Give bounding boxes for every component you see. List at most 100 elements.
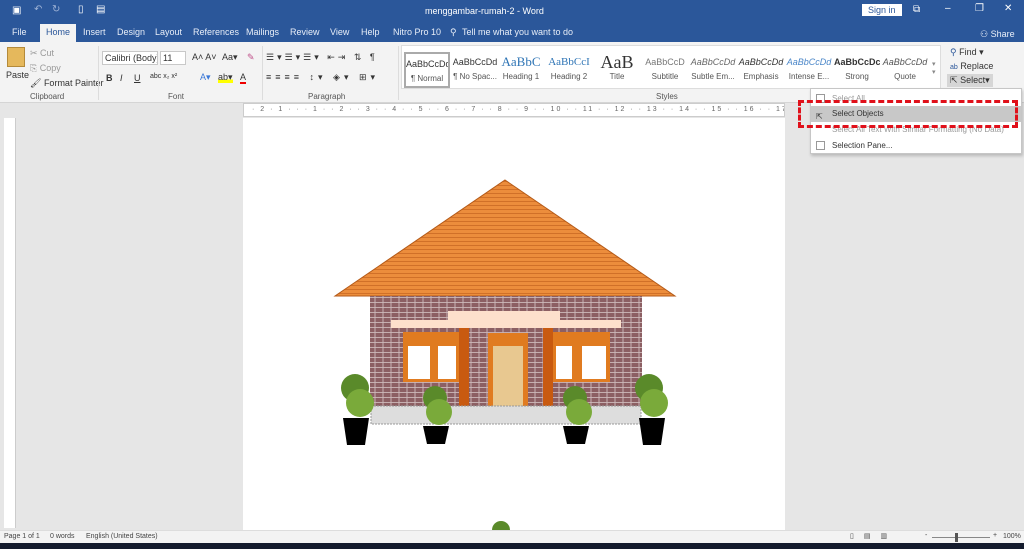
restore-icon[interactable]: ❐ bbox=[975, 3, 984, 14]
change-case-icon[interactable]: Aa▾ bbox=[222, 52, 238, 63]
style-name: Quote bbox=[894, 72, 916, 81]
share-button[interactable]: ⚇ Share bbox=[980, 29, 1015, 40]
tab-view[interactable]: View bbox=[330, 27, 349, 37]
tab-file[interactable]: File bbox=[12, 27, 27, 37]
view-buttons[interactable]: ▯▤▥ bbox=[850, 532, 897, 540]
styles-group-label: Styles bbox=[656, 92, 678, 101]
style-subtitle[interactable]: AaBbCcD Subtitle bbox=[642, 52, 688, 88]
format-painter-button[interactable]: 🖌 Format Painter bbox=[30, 78, 103, 89]
selection-pane-icon bbox=[816, 141, 825, 150]
paste-button[interactable]: Paste bbox=[6, 70, 29, 80]
strikethrough-icon[interactable]: abc x₂ x² bbox=[150, 73, 177, 80]
select-button[interactable]: ⇱ Select▾ bbox=[947, 74, 993, 87]
find-button[interactable]: ⚲ Find ▾ bbox=[950, 47, 984, 58]
cursor-icon: ⇱ bbox=[950, 75, 958, 85]
minimize-icon[interactable]: – bbox=[945, 3, 951, 14]
replace-button[interactable]: ab Replace bbox=[950, 61, 993, 71]
copy-label: Copy bbox=[39, 63, 61, 73]
bold-button[interactable]: B bbox=[106, 73, 113, 83]
paragraph-group-label: Paragraph bbox=[308, 92, 346, 101]
horizontal-ruler[interactable]: · 2 · 1 · · · 1 · · 2 · · 3 · · 4 · · 5 … bbox=[243, 103, 785, 117]
style-name: Strong bbox=[845, 72, 869, 81]
undo-icon[interactable]: ↶ bbox=[34, 4, 42, 15]
zoom-slider[interactable] bbox=[932, 537, 990, 538]
style-subtle-emphasis[interactable]: AaBbCcDd Subtle Em... bbox=[690, 52, 736, 88]
tab-design[interactable]: Design bbox=[117, 27, 145, 37]
style-sample: AaBbCcDd bbox=[786, 57, 832, 67]
tab-references[interactable]: References bbox=[193, 27, 239, 37]
zoom-in-button[interactable]: + bbox=[993, 532, 997, 539]
tab-mailings[interactable]: Mailings bbox=[246, 27, 279, 37]
divider bbox=[398, 46, 399, 100]
cut-button[interactable]: ✂ Cut bbox=[30, 48, 54, 59]
style-title[interactable]: AaB Title bbox=[594, 52, 640, 88]
style-emphasis[interactable]: AaBbCcDd Emphasis bbox=[738, 52, 784, 88]
menu-label: Selection Pane... bbox=[832, 141, 893, 150]
tab-home[interactable]: Home bbox=[40, 24, 77, 42]
door bbox=[493, 346, 523, 406]
taskbar bbox=[0, 543, 1024, 549]
style-intense-emphasis[interactable]: AaBbCcDd Intense E... bbox=[786, 52, 832, 88]
new-document-icon[interactable]: ▯ bbox=[78, 4, 84, 15]
menu-item-selection-pane[interactable]: Selection Pane... bbox=[811, 138, 1021, 154]
zoom-out-button[interactable]: - bbox=[925, 532, 927, 539]
divider bbox=[98, 46, 99, 100]
style-normal[interactable]: AaBbCcDd ¶ Normal bbox=[404, 52, 450, 88]
vertical-ruler[interactable] bbox=[4, 118, 16, 528]
document-page[interactable] bbox=[243, 118, 785, 539]
style-quote[interactable]: AaBbCcDd Quote bbox=[882, 52, 928, 88]
page-count[interactable]: Page 1 of 1 bbox=[4, 533, 40, 540]
word-count[interactable]: 0 words bbox=[50, 533, 75, 540]
style-name: ¶ Normal bbox=[410, 74, 444, 83]
style-strong[interactable]: AaBbCcDc Strong bbox=[834, 52, 880, 88]
tab-review[interactable]: Review bbox=[290, 27, 320, 37]
sign-in-button[interactable]: Sign in bbox=[862, 4, 902, 16]
lightbulb-icon: ⚲ bbox=[450, 27, 457, 37]
style-sample: AaBbCcDd bbox=[452, 57, 498, 67]
style-sample: AaBbCcI bbox=[548, 56, 590, 68]
list-icons[interactable]: ☰▾☰▾☰▾ ⇤⇥ ⇅ ¶ bbox=[266, 52, 378, 63]
style-sample: AaBbCcDd bbox=[406, 59, 448, 69]
style-sample: AaBbCcD bbox=[645, 57, 685, 67]
alignment-icons[interactable]: ≡≡≡≡ ↕▾ ◈▾ ⊞▾ bbox=[266, 72, 379, 83]
styles-gallery: AaBbCcDd ¶ Normal AaBbCcDd ¶ No Spac... Aa… bbox=[401, 45, 941, 89]
style-name: Heading 2 bbox=[550, 72, 588, 81]
zoom-level[interactable]: 100% bbox=[1003, 533, 1021, 540]
save-icon[interactable]: ▣ bbox=[12, 5, 21, 16]
style-sample: AaBbCcDd bbox=[690, 57, 736, 67]
select-label: Select bbox=[960, 75, 986, 85]
redo-icon[interactable]: ↻ bbox=[52, 4, 60, 15]
clear-formatting-icon[interactable]: ✎ bbox=[247, 52, 255, 63]
style-no-spacing[interactable]: AaBbCcDd ¶ No Spac... bbox=[452, 52, 498, 88]
language[interactable]: English (United States) bbox=[86, 533, 158, 540]
eave bbox=[391, 320, 621, 328]
style-name: Intense E... bbox=[788, 72, 830, 81]
tab-insert[interactable]: Insert bbox=[83, 27, 106, 37]
tab-help[interactable]: Help bbox=[361, 27, 380, 37]
close-icon[interactable]: ✕ bbox=[1004, 3, 1012, 14]
tell-me-search[interactable]: Tell me what you want to do bbox=[462, 27, 573, 37]
cut-label: Cut bbox=[40, 48, 55, 58]
underline-button[interactable]: U bbox=[134, 73, 141, 83]
style-heading-2[interactable]: AaBbCcI Heading 2 bbox=[546, 52, 592, 88]
clipboard-group-label: Clipboard bbox=[30, 92, 65, 101]
ribbon-display-icon[interactable]: ⧉ bbox=[913, 4, 920, 15]
tab-layout[interactable]: Layout bbox=[155, 27, 182, 37]
tab-nitro[interactable]: Nitro Pro 10 bbox=[393, 27, 441, 37]
zoom-slider-thumb[interactable] bbox=[955, 533, 958, 542]
style-heading-1[interactable]: AaBbC Heading 1 bbox=[498, 52, 544, 88]
font-size-select[interactable]: 11 bbox=[160, 51, 186, 65]
style-sample: AaBbCcDd bbox=[738, 57, 784, 67]
text-effects-icon[interactable]: A▾ bbox=[200, 72, 211, 83]
grow-font-icon[interactable]: A˄ A˅ bbox=[192, 52, 217, 62]
house-drawing[interactable] bbox=[243, 118, 785, 539]
status-bar: Page 1 of 1 0 words English (United Stat… bbox=[0, 530, 1024, 543]
font-name-select[interactable]: Calibri (Body) bbox=[102, 51, 158, 65]
styles-scroll-icon[interactable]: ▾ ▾ bbox=[932, 60, 936, 76]
font-color-icon[interactable]: A bbox=[240, 72, 247, 84]
copy-button[interactable]: ⎘ Copy bbox=[30, 63, 61, 74]
highlight-color-icon[interactable]: ab▾ bbox=[218, 72, 233, 83]
italic-button[interactable]: I bbox=[120, 73, 123, 83]
window-title: menggambar-rumah-2 - Word bbox=[425, 6, 544, 16]
print-preview-icon[interactable]: ▤ bbox=[96, 4, 105, 15]
